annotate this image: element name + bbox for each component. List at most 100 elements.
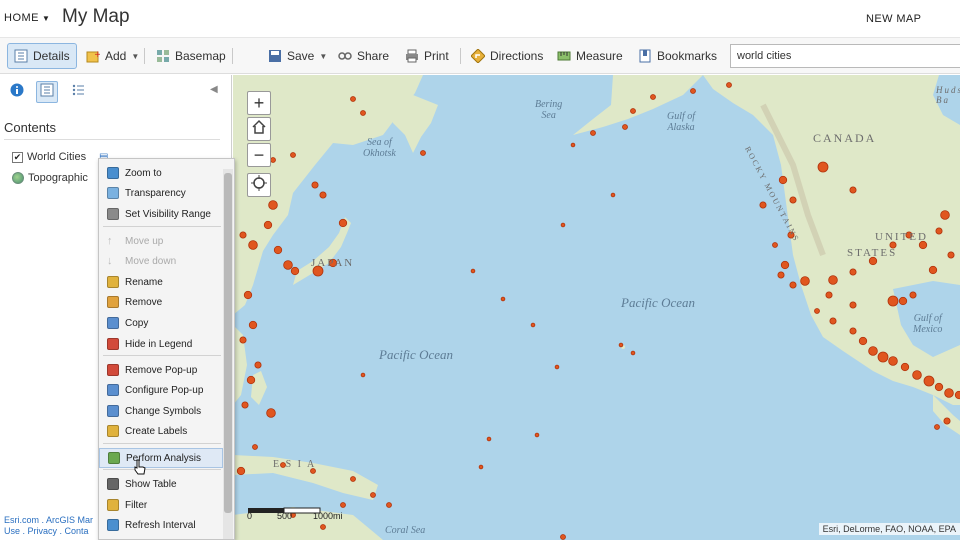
home-menu[interactable]: HOME ▼	[4, 12, 50, 24]
city-point[interactable]	[690, 88, 696, 94]
city-point[interactable]	[650, 94, 656, 100]
city-point[interactable]	[239, 336, 247, 344]
city-point[interactable]	[360, 110, 366, 116]
city-point[interactable]	[239, 231, 247, 239]
menu-item-rename[interactable]: Rename	[99, 272, 223, 292]
city-point[interactable]	[590, 130, 596, 136]
city-point[interactable]	[273, 245, 283, 255]
city-point[interactable]	[283, 260, 293, 270]
city-point[interactable]	[909, 291, 917, 299]
locate-button[interactable]	[247, 173, 271, 197]
city-point[interactable]	[270, 157, 276, 163]
city-point[interactable]	[534, 432, 540, 438]
city-point[interactable]	[828, 275, 838, 285]
layer-world-cities[interactable]: ✔ World Cities	[12, 151, 86, 163]
city-point[interactable]	[530, 322, 536, 328]
city-point[interactable]	[554, 364, 560, 370]
city-point[interactable]	[241, 401, 249, 409]
city-point[interactable]	[248, 240, 258, 250]
city-point[interactable]	[780, 260, 790, 270]
city-point[interactable]	[934, 424, 940, 430]
menu-item-copy[interactable]: Copy	[99, 313, 223, 333]
menu-item-perform-analysis[interactable]: Perform Analysis	[99, 448, 223, 468]
city-point[interactable]	[350, 96, 356, 102]
city-point[interactable]	[954, 390, 960, 400]
menu-item-move-down[interactable]: ↓ Move down	[99, 251, 223, 271]
city-point[interactable]	[470, 268, 476, 274]
basemap-button[interactable]: Basemap	[150, 43, 232, 69]
city-point[interactable]	[560, 534, 566, 540]
city-point[interactable]	[726, 82, 732, 88]
city-point[interactable]	[420, 150, 426, 156]
city-point[interactable]	[814, 308, 820, 314]
city-point[interactable]	[266, 408, 276, 418]
city-point[interactable]	[947, 251, 955, 259]
city-point[interactable]	[829, 317, 837, 325]
home-extent-button[interactable]	[247, 117, 271, 141]
city-point[interactable]	[243, 290, 253, 300]
city-point[interactable]	[888, 356, 898, 366]
share-button[interactable]: Share	[332, 43, 395, 69]
city-point[interactable]	[849, 186, 857, 194]
menu-scrollbar-thumb[interactable]	[224, 173, 232, 513]
print-button[interactable]: Print	[399, 43, 455, 69]
map-view[interactable]: Sea of Okhotsk Bering Sea Gulf of Alaska…	[233, 75, 960, 540]
city-point[interactable]	[500, 296, 506, 302]
city-point[interactable]	[320, 524, 326, 530]
footer-line[interactable]: Esri.com . ArcGIS Mar	[4, 515, 93, 526]
city-point[interactable]	[877, 351, 889, 363]
city-point[interactable]	[319, 191, 327, 199]
city-point[interactable]	[570, 142, 576, 148]
city-point[interactable]	[817, 161, 829, 173]
city-point[interactable]	[610, 192, 616, 198]
city-point[interactable]	[825, 291, 833, 299]
city-point[interactable]	[311, 181, 319, 189]
city-point[interactable]	[789, 281, 797, 289]
zoom-out-button[interactable]: −	[247, 143, 271, 167]
city-point[interactable]	[236, 466, 246, 476]
menu-item-create-labels[interactable]: Create Labels	[99, 421, 223, 441]
city-point[interactable]	[360, 372, 366, 378]
add-button[interactable]: + Add ▼	[80, 43, 145, 69]
new-map-button[interactable]: NEW MAP	[866, 13, 921, 25]
city-point[interactable]	[248, 320, 258, 330]
city-point[interactable]	[934, 382, 944, 392]
city-point[interactable]	[290, 266, 300, 276]
city-point[interactable]	[800, 276, 810, 286]
city-point[interactable]	[944, 388, 954, 398]
menu-item-filter[interactable]: Filter	[99, 495, 223, 515]
contents-tab[interactable]	[36, 81, 58, 103]
footer-line[interactable]: Use . Privacy . Conta	[4, 526, 93, 537]
city-point[interactable]	[254, 361, 262, 369]
city-point[interactable]	[849, 327, 857, 335]
layer-visibility-checkbox[interactable]: ✔	[12, 151, 23, 163]
save-button[interactable]: Save ▼	[262, 43, 333, 69]
directions-button[interactable]: Directions	[465, 43, 549, 69]
city-point[interactable]	[940, 210, 950, 220]
city-point[interactable]	[370, 492, 376, 498]
city-point[interactable]	[887, 295, 899, 307]
city-point[interactable]	[900, 362, 910, 372]
measure-button[interactable]: Measure	[551, 43, 629, 69]
city-point[interactable]	[630, 108, 636, 114]
city-point[interactable]	[772, 242, 778, 248]
legend-tab[interactable]	[68, 81, 90, 103]
city-point[interactable]	[386, 502, 392, 508]
search-input[interactable]	[730, 44, 960, 68]
city-point[interactable]	[943, 417, 951, 425]
city-point[interactable]	[858, 336, 868, 346]
city-point[interactable]	[268, 200, 278, 210]
menu-item-remove-pop-up[interactable]: Remove Pop-up	[99, 360, 223, 380]
city-point[interactable]	[778, 175, 788, 185]
menu-item-zoom-to[interactable]: Zoom to	[99, 163, 223, 183]
city-point[interactable]	[898, 296, 908, 306]
bookmarks-button[interactable]: Bookmarks	[632, 43, 723, 69]
city-point[interactable]	[849, 301, 857, 309]
city-point[interactable]	[486, 436, 492, 442]
zoom-in-button[interactable]: +	[247, 91, 271, 115]
menu-item-change-symbols[interactable]: Change Symbols	[99, 401, 223, 421]
city-point[interactable]	[350, 476, 356, 482]
menu-item-set-visibility-range[interactable]: Set Visibility Range	[99, 204, 223, 224]
about-tab[interactable]	[6, 81, 28, 103]
city-point[interactable]	[923, 375, 935, 387]
